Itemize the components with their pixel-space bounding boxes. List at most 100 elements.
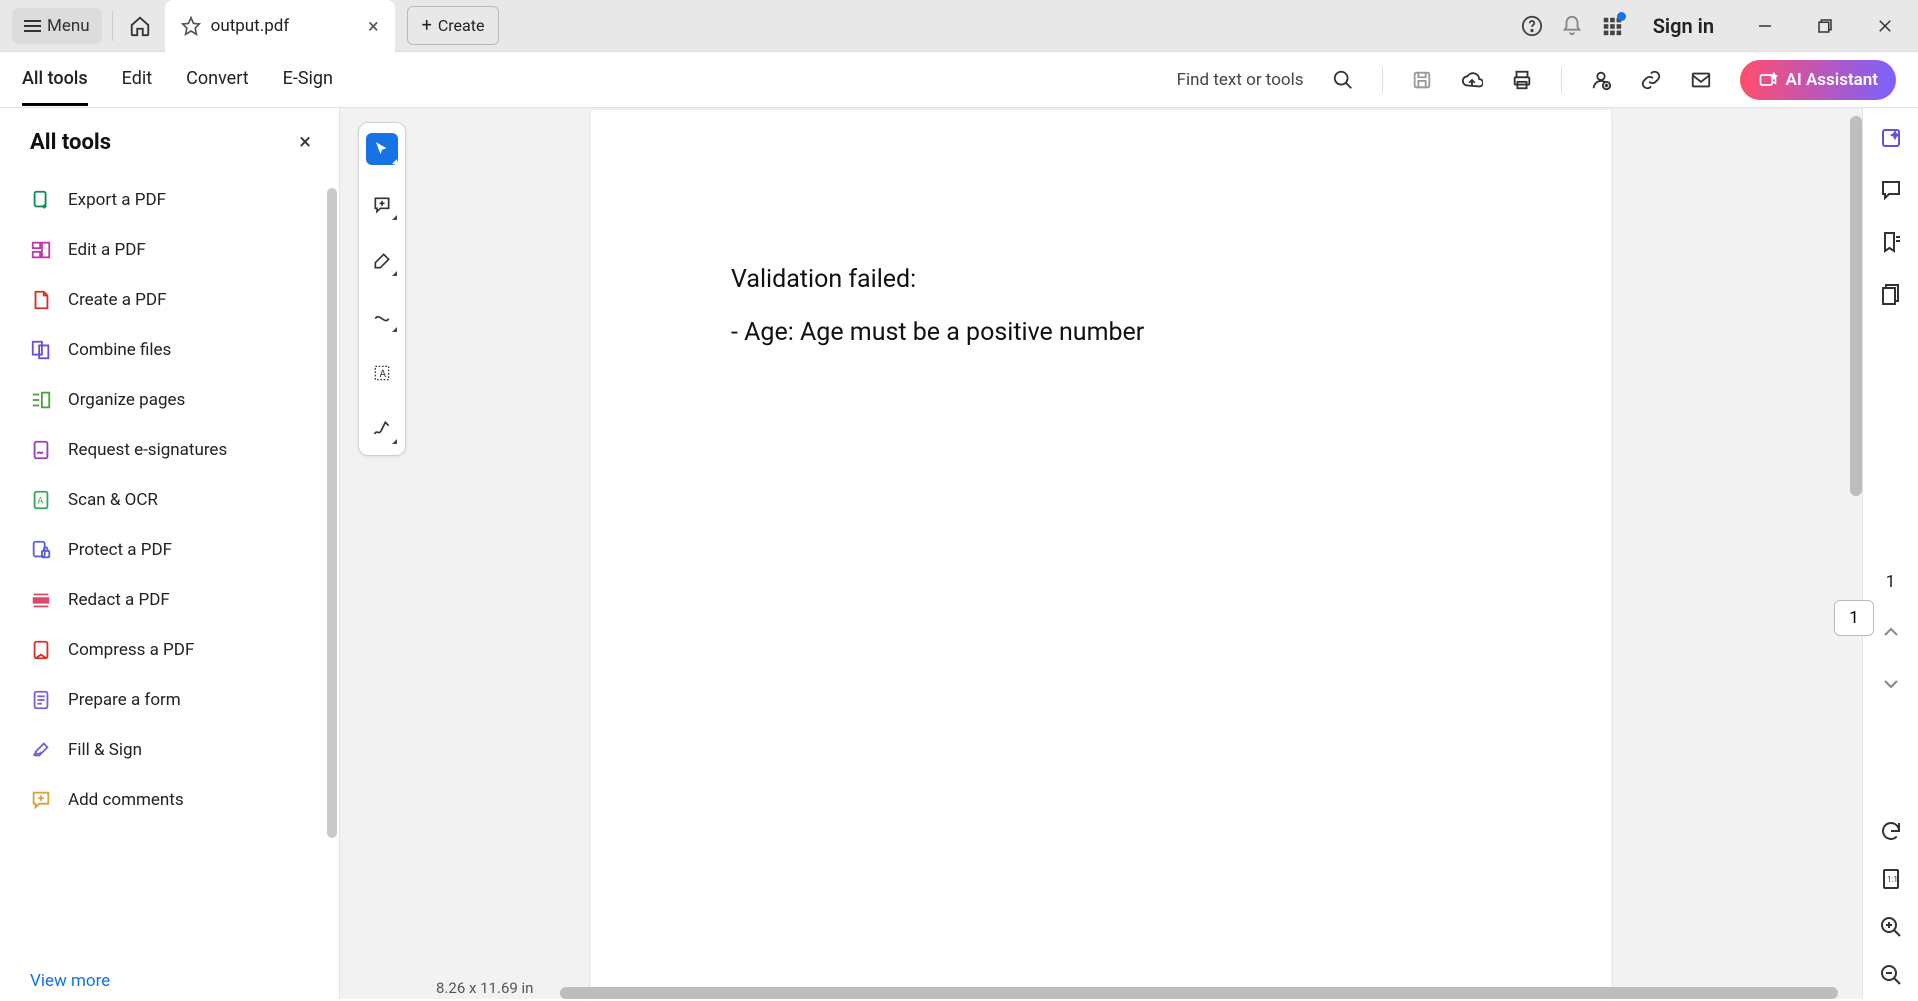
- create-pdf-icon: [30, 289, 52, 311]
- sidebar-item-redact-pdf[interactable]: Redact a PDF: [10, 575, 329, 625]
- scan-ocr-icon: A: [30, 489, 52, 511]
- print-icon[interactable]: [1511, 69, 1533, 91]
- sidebar-title: All tools: [30, 130, 111, 155]
- tab-edit[interactable]: Edit: [122, 54, 152, 106]
- view-more-link[interactable]: View more: [0, 963, 339, 999]
- draw-tool[interactable]: [366, 301, 398, 333]
- sidebar-item-prepare-form[interactable]: Prepare a form: [10, 675, 329, 725]
- create-label: Create: [438, 16, 485, 35]
- sidebar-item-fill-sign[interactable]: Fill & Sign: [10, 725, 329, 775]
- page-down-icon[interactable]: [1879, 672, 1903, 696]
- share-people-icon[interactable]: [1590, 69, 1612, 91]
- apps-icon[interactable]: [1601, 15, 1623, 37]
- email-icon[interactable]: [1690, 69, 1712, 91]
- sidebar-item-label: Edit a PDF: [68, 240, 146, 260]
- comment-tool[interactable]: [366, 189, 398, 221]
- find-label[interactable]: Find text or tools: [1177, 70, 1304, 90]
- highlight-tool[interactable]: [366, 245, 398, 277]
- sidebar: All tools × Export a PDF Edit a PDF Crea…: [0, 108, 340, 999]
- actual-size-icon[interactable]: 1:1: [1879, 867, 1903, 891]
- tab-convert[interactable]: Convert: [186, 54, 249, 106]
- sidebar-item-export-pdf[interactable]: Export a PDF: [10, 175, 329, 225]
- export-pdf-icon: [30, 189, 52, 211]
- sidebar-item-compress-pdf[interactable]: Compress a PDF: [10, 625, 329, 675]
- tool-tabs: All tools Edit Convert E-Sign: [22, 54, 333, 106]
- zoom-in-icon[interactable]: [1879, 915, 1903, 939]
- close-icon[interactable]: [1876, 17, 1894, 35]
- minimize-icon[interactable]: [1756, 17, 1774, 35]
- sidebar-item-add-comments[interactable]: Add comments: [10, 775, 329, 825]
- ai-assistant-button[interactable]: AI Assistant: [1740, 60, 1897, 100]
- sidebar-scrollbar[interactable]: [327, 188, 337, 838]
- body: All tools × Export a PDF Edit a PDF Crea…: [0, 108, 1918, 999]
- text-select-tool[interactable]: A: [366, 357, 398, 389]
- help-icon[interactable]: [1521, 15, 1543, 37]
- document-tab[interactable]: output.pdf ×: [165, 0, 395, 52]
- page-up-icon[interactable]: [1879, 620, 1903, 644]
- bell-icon[interactable]: [1561, 15, 1583, 37]
- sidebar-close-icon[interactable]: ×: [299, 130, 311, 155]
- tab-all-tools[interactable]: All tools: [22, 54, 88, 106]
- sign-tool[interactable]: [366, 413, 398, 445]
- request-esignatures-icon: [30, 439, 52, 461]
- star-icon[interactable]: [181, 16, 201, 36]
- sidebar-item-create-pdf[interactable]: Create a PDF: [10, 275, 329, 325]
- menu-button[interactable]: Menu: [12, 8, 102, 44]
- maximize-icon[interactable]: [1816, 17, 1834, 35]
- create-button[interactable]: + Create: [407, 6, 500, 45]
- sidebar-item-label: Combine files: [68, 340, 171, 360]
- rotate-icon[interactable]: [1879, 819, 1903, 843]
- sidebar-item-label: Add comments: [68, 790, 184, 810]
- vertical-scrollbar[interactable]: [1850, 116, 1862, 496]
- document-canvas: A Validation failed: - Age: Age must be …: [340, 108, 1862, 999]
- cloud-upload-icon[interactable]: [1461, 69, 1483, 91]
- zoom-out-icon[interactable]: [1879, 963, 1903, 987]
- organize-pages-icon: [30, 389, 52, 411]
- sidebar-item-scan-ocr[interactable]: A Scan & OCR: [10, 475, 329, 525]
- pdf-page[interactable]: Validation failed: - Age: Age must be a …: [591, 110, 1611, 1001]
- redact-pdf-icon: [30, 589, 52, 611]
- sidebar-item-label: Scan & OCR: [68, 490, 158, 510]
- sidebar-item-protect-pdf[interactable]: Protect a PDF: [10, 525, 329, 575]
- floating-toolbar: A: [358, 122, 406, 456]
- titlebar-right: Sign in: [1521, 14, 1906, 38]
- select-tool[interactable]: [366, 133, 398, 165]
- sidebar-item-combine-files[interactable]: Combine files: [10, 325, 329, 375]
- bookmarks-panel-icon[interactable]: [1879, 230, 1903, 254]
- right-rail: 1 1 1:1: [1862, 108, 1918, 999]
- sidebar-item-label: Export a PDF: [68, 190, 166, 210]
- edit-pdf-icon: [30, 239, 52, 261]
- home-icon[interactable]: [129, 15, 151, 37]
- menu-label: Menu: [47, 16, 90, 36]
- tab-close-icon[interactable]: ×: [368, 14, 379, 38]
- page-total: 1: [1886, 572, 1896, 592]
- main-toolbar: All tools Edit Convert E-Sign Find text …: [0, 52, 1918, 108]
- separator: [1382, 67, 1383, 93]
- tab-esign[interactable]: E-Sign: [283, 54, 333, 106]
- protect-pdf-icon: [30, 539, 52, 561]
- sidebar-item-edit-pdf[interactable]: Edit a PDF: [10, 225, 329, 275]
- ai-label: AI Assistant: [1786, 70, 1879, 90]
- sidebar-item-label: Compress a PDF: [68, 640, 194, 660]
- horizontal-scrollbar[interactable]: [560, 987, 1838, 999]
- sidebar-item-organize-pages[interactable]: Organize pages: [10, 375, 329, 425]
- sidebar-list: Export a PDF Edit a PDF Create a PDF Com…: [0, 169, 339, 963]
- toolbar-right: Find text or tools AI Assistant: [1177, 60, 1896, 100]
- separator: [1561, 67, 1562, 93]
- svg-text:1:1: 1:1: [1887, 875, 1898, 884]
- sign-in-button[interactable]: Sign in: [1653, 14, 1714, 38]
- titlebar: Menu output.pdf × + Create Sign in: [0, 0, 1918, 52]
- hamburger-icon: [24, 20, 41, 32]
- link-icon[interactable]: [1640, 69, 1662, 91]
- thumbnails-panel-icon[interactable]: [1879, 282, 1903, 306]
- sidebar-item-label: Request e-signatures: [68, 440, 227, 460]
- save-icon[interactable]: [1411, 69, 1433, 91]
- search-icon[interactable]: [1332, 69, 1354, 91]
- page-number-input[interactable]: 1: [1834, 600, 1874, 636]
- prepare-form-icon: [30, 689, 52, 711]
- comments-panel-icon[interactable]: [1879, 178, 1903, 202]
- sidebar-item-label: Redact a PDF: [68, 590, 170, 610]
- ai-panel-icon[interactable]: [1879, 126, 1903, 150]
- svg-text:A: A: [380, 369, 387, 380]
- sidebar-item-request-esignatures[interactable]: Request e-signatures: [10, 425, 329, 475]
